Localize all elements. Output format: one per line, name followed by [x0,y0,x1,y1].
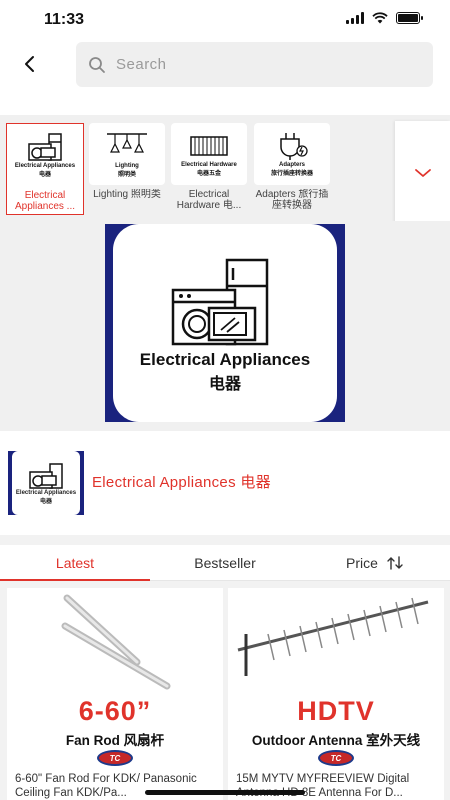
appliances-icon [28,133,62,161]
category-strip: Electrical Appliances 电器 Electrical Appl… [0,115,450,221]
category-thumb-cn: 旅行插座转换器 [270,171,313,177]
product-card[interactable]: 6-60” Fan Rod 风扇杆 TC 6-60" Fan Rod For K… [7,588,223,800]
tab-bestseller[interactable]: Bestseller [150,545,300,581]
appliances-icon [171,258,269,346]
category-label: Electrical Appliances ... [14,190,76,212]
category-banner-area: Electrical Appliances 电器 [0,221,450,431]
status-icons [346,12,423,24]
product-promo-subtitle: Fan Rod 风扇杆 [65,733,165,748]
category-electrical-appliances[interactable]: Electrical Appliances 电器 Electrical Appl… [6,123,84,215]
banner-title: Electrical Appliances [139,350,311,369]
tab-price[interactable]: Price [300,545,450,581]
battery-icon [396,12,423,24]
home-indicator [145,790,305,795]
sort-arrows-icon [387,556,403,570]
category-thumb-cn: 照明类 [117,172,136,178]
category-thumbnail: Electrical Appliances 电器 [7,124,83,186]
product-title: 6-60" Fan Rod For KDK/ Panasonic Ceiling… [15,773,197,799]
appliances-icon [29,462,63,489]
product-promo-subtitle: Outdoor Antenna 室外天线 [251,733,421,748]
category-electrical-hardware[interactable]: Electrical Hardware 电器五金 Electrical Hard… [170,123,248,215]
brand-logo: TC [97,750,133,766]
category-label: Adapters 旅行插座转换器 [255,189,329,211]
brand-logo: TC [318,750,354,766]
product-image: 6-60” Fan Rod 风扇杆 TC [7,588,223,768]
fan-rod-image [61,594,171,690]
category-thumbnail: Electrical Hardware 电器五金 [171,123,247,185]
category-logo-cn: 电器 [39,498,52,505]
chevron-down-icon [414,169,431,177]
sort-tabs: Latest Bestseller Price [0,545,450,582]
product-card[interactable]: HDTV Outdoor Antenna 室外天线 TC 15M MYTV MY… [228,588,444,800]
category-adapters[interactable]: Adapters 旅行插座转换器 Adapters 旅行插座转换器 [253,123,331,215]
category-label: Lighting 照明类 [93,189,161,200]
section-divider [0,535,450,545]
category-lighting[interactable]: Lighting 照明类 Lighting 照明类 [88,123,166,215]
product-title: 15M MYTV MYFREEVIEW Digital Antenna HD 8… [236,773,410,799]
back-button[interactable] [16,50,44,78]
tab-latest[interactable]: Latest [0,545,150,582]
product-promo-title: 6-60” [78,696,152,726]
antenna-image [237,597,429,676]
category-title: Electrical Appliances 电器 [92,474,271,491]
chevron-left-icon [25,56,34,72]
category-thumb-cn: 电器 [38,172,51,178]
product-promo-title: HDTV [297,696,375,726]
product-image: HDTV Outdoor Antenna 室外天线 TC [228,588,444,768]
banner-title-cn: 电器 [208,376,241,393]
category-banner: Electrical Appliances 电器 [105,224,345,422]
tab-label: Bestseller [194,555,256,571]
search-bar[interactable] [76,42,433,87]
search-icon [89,56,105,73]
tab-label: Price [346,555,378,571]
banner-card: Electrical Appliances 电器 [113,224,337,422]
status-time: 11:33 [44,11,85,28]
cellular-signal-icon [346,12,364,24]
status-bar: 11:33 [0,0,450,40]
expand-categories-button[interactable] [395,121,450,225]
cable-reel-icon [190,136,228,156]
tab-label: Latest [55,555,95,571]
category-logo: Electrical Appliances 电器 [8,451,84,515]
wifi-icon [372,12,388,24]
category-thumb-cn: 电器五金 [196,171,221,177]
search-input[interactable] [116,56,396,73]
lighting-icon [107,133,147,153]
plug-icon [280,133,308,160]
category-header: Electrical Appliances 电器 Electrical Appl… [0,444,450,522]
category-label: Electrical Hardware 电... [176,189,242,211]
category-thumbnail: Adapters 旅行插座转换器 [254,123,330,185]
category-thumbnail: Lighting 照明类 [89,123,165,185]
category-logo-card: Electrical Appliances 电器 [12,451,80,515]
